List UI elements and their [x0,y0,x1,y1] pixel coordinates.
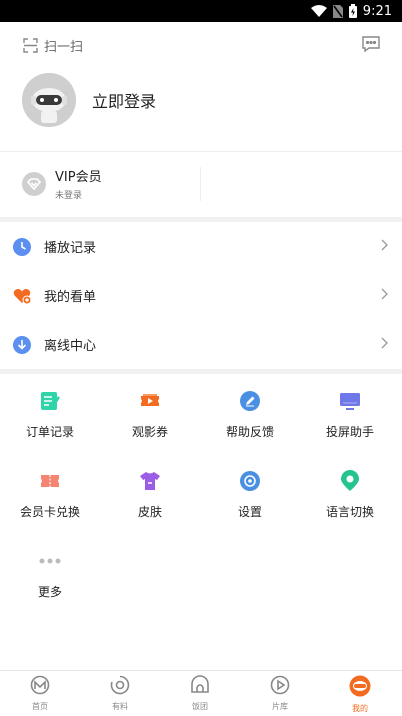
vip-member-entry[interactable]: VIP会员 未登录 [22,166,102,201]
grid-item-label: 更多 [37,585,62,599]
grid-item-feedback[interactable]: 帮助反馈 [200,390,300,440]
scan-label: 扫一扫 [44,40,84,55]
grid-item-tickets[interactable]: 观影券 [100,390,200,440]
location-icon [339,470,361,492]
grid-item-screencast[interactable]: 投屏助手 [300,390,400,440]
tab-discover[interactable]: 有料 [80,675,160,712]
vip-diamond-icon [22,171,46,196]
grid-item-label: 皮肤 [137,505,162,519]
chevron-right-icon [381,288,388,300]
chevron-right-icon [381,337,388,349]
library-icon [270,675,290,695]
home-icon [30,675,50,695]
scan-icon [23,38,38,53]
grid-item-label: 语言切换 [325,505,374,519]
community-icon [191,675,209,693]
divider [0,151,402,152]
tab-home[interactable]: 首页 [0,675,80,712]
vip-divider [200,167,201,201]
tab-label: 饭团 [192,702,208,711]
login-button[interactable]: 立即登录 [92,88,156,112]
grid-item-skin[interactable]: 皮肤 [100,470,200,520]
tab-mine[interactable]: 我的 [320,675,400,714]
message-button[interactable] [362,36,380,56]
tab-label: 我的 [352,704,368,713]
grid-item-label: 观影券 [131,425,168,439]
menu-item-label: 离线中心 [44,339,97,354]
grid-item-settings[interactable]: 设置 [200,470,300,520]
vip-status: 未登录 [55,191,83,201]
vip-title: VIP会员 [55,170,102,185]
grid-item-label: 设置 [237,505,262,519]
feedback-icon [239,390,261,412]
mine-icon [349,675,371,697]
grid-item-label: 投屏助手 [325,425,374,439]
tab-label: 片库 [272,702,288,711]
grid-item-member-card[interactable]: 会员卡兑换 [0,470,100,520]
grid-item-label: 订单记录 [25,425,74,439]
scan-button[interactable]: 扫一扫 [23,36,83,55]
top-bar: 扫一扫 [0,32,402,60]
settings-icon [239,470,261,492]
tab-label: 有料 [112,702,128,711]
battery-icon [348,4,357,18]
tab-community[interactable]: 饭团 [160,675,240,712]
tshirt-icon [139,470,161,492]
wifi-icon [310,5,327,17]
ticket-icon [139,390,161,412]
grid-item-language[interactable]: 语言切换 [300,470,400,520]
discover-icon [110,675,130,695]
more-icon [39,550,61,572]
menu-item-offline[interactable]: 离线中心 [0,320,402,369]
avatar[interactable] [22,73,76,127]
grid-item-label: 会员卡兑换 [19,505,80,519]
heart-plus-icon [13,287,31,305]
no-sim-icon [332,4,343,18]
message-icon [362,36,380,53]
download-icon [13,335,31,354]
grid-item-label: 帮助反馈 [225,425,274,439]
tab-label: 首页 [32,702,48,711]
order-icon [39,390,61,412]
tab-library[interactable]: 片库 [240,675,320,712]
screencast-icon [339,390,361,412]
chevron-right-icon [381,239,388,251]
bottom-tab-bar: 首页 有料 饭团 片库 我的 [0,670,402,716]
menu-item-play-history[interactable]: 播放记录 [0,222,402,271]
profile-section[interactable]: 立即登录 [22,73,156,127]
status-bar: 9:21 [0,0,402,22]
menu-item-label: 我的看单 [44,290,97,305]
menu-item-watchlist[interactable]: 我的看单 [0,271,402,320]
clock-icon [13,237,31,256]
section-divider [0,369,402,374]
menu-list: 播放记录 我的看单 离线中心 [0,222,402,369]
member-card-icon [39,470,61,492]
grid-item-more[interactable]: 更多 [0,550,100,600]
grid-item-orders[interactable]: 订单记录 [0,390,100,440]
status-time: 9:21 [362,3,392,19]
robot-avatar-icon [22,73,76,127]
menu-item-label: 播放记录 [44,241,97,256]
